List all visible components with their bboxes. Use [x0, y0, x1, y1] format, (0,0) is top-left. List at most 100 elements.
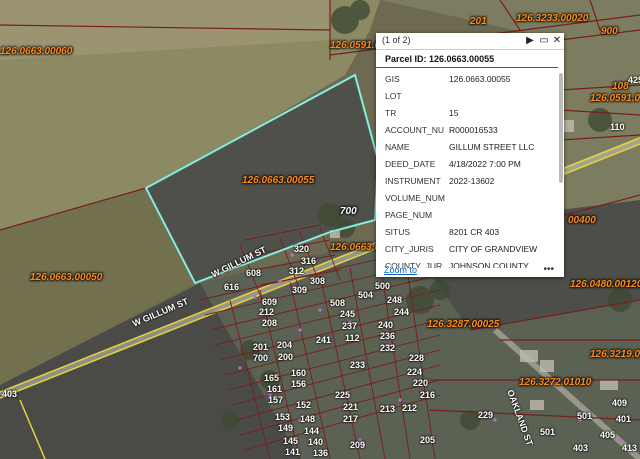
lot-number: 205: [420, 435, 436, 445]
parcel-label: 126.0663.00060: [0, 46, 73, 57]
attribute-value: 15: [449, 108, 459, 118]
lot-number: 208: [262, 318, 278, 328]
lot-number: 413: [622, 443, 638, 453]
attribute-value: CITY OF GRANDVIEW: [449, 244, 538, 254]
lot-number: 316: [301, 256, 317, 266]
lot-number: 152: [296, 400, 312, 410]
lot-number: 216: [420, 390, 436, 400]
lot-number: 153: [275, 412, 291, 422]
attribute-value: 8201 CR 403: [449, 227, 500, 237]
lot-number: 161: [267, 384, 283, 394]
lot-number: 148: [300, 414, 316, 424]
road-label-cr: 403: [2, 389, 18, 399]
lot-number: 233: [350, 360, 366, 370]
lot-number: 157: [268, 395, 284, 405]
lot-number: 403: [573, 443, 589, 453]
parcel-label: 126.3272.01010: [519, 377, 592, 388]
close-icon[interactable]: ✕: [551, 34, 563, 47]
attribute-value: JOHNSON COUNTY: [449, 261, 529, 268]
attribute-key: INSTRUMENT: [385, 176, 441, 186]
attribute-row: TR 15: [376, 105, 558, 122]
lot-number: 160: [291, 368, 307, 378]
lot-number: 165: [264, 373, 280, 383]
attribute-row: GIS 126.0663.00055: [376, 71, 558, 88]
lot-number: 616: [224, 282, 240, 292]
parcel-popup[interactable]: (1 of 2) ▶ ▭ ✕ Parcel ID: 126.0663.00055…: [376, 33, 564, 277]
next-feature-icon[interactable]: ▶: [524, 34, 536, 47]
attribute-key: ACCOUNT_NU: [385, 125, 445, 135]
lot-number: 425: [628, 75, 640, 85]
lot-number: 700: [253, 353, 269, 363]
lot-number: 241: [316, 335, 332, 345]
attribute-value: 4/18/2022 7:00 PM: [449, 159, 521, 169]
attribute-key: PAGE_NUM: [385, 210, 433, 220]
lot-number: 609: [262, 297, 278, 307]
attribute-value: GILLUM STREET LLC: [449, 142, 535, 152]
lot-number: 401: [616, 414, 632, 424]
attribute-key: VOLUME_NUM: [385, 193, 445, 203]
lot-number: 213: [380, 404, 396, 414]
zoom-to-link[interactable]: Zoom to: [384, 265, 417, 275]
popup-scrollbar[interactable]: [559, 73, 563, 183]
parcel-label-selected: 126.0663.00055: [242, 175, 315, 186]
lot-number: 244: [394, 307, 410, 317]
attribute-key: TR: [385, 108, 397, 118]
lot-number: 212: [402, 403, 418, 413]
attribute-value: 2022-13602: [449, 176, 495, 186]
lot-number: 140: [308, 437, 324, 447]
lot-number: 248: [387, 295, 403, 305]
attribute-value: 126.0663.00055: [449, 74, 511, 84]
lot-number: 149: [278, 423, 294, 433]
lot-number: 309: [292, 285, 308, 295]
lot-number: 141: [285, 447, 301, 457]
lot-number: 144: [304, 426, 320, 436]
lot-number: 224: [407, 367, 423, 377]
parcel-label: 201: [470, 16, 487, 27]
lot-number: 508: [330, 298, 346, 308]
lot-number: 201: [253, 342, 269, 352]
lot-number: 225: [335, 390, 351, 400]
popup-header: (1 of 2) ▶ ▭ ✕: [376, 33, 564, 50]
parcel-label: 126.3219.00: [590, 349, 640, 360]
lot-number: 204: [277, 340, 293, 350]
lot-number: 320: [294, 244, 310, 254]
attribute-row: VOLUME_NUM: [376, 190, 558, 207]
lot-number: 504: [358, 290, 374, 300]
parcel-label: 126.0663.00050: [30, 272, 103, 283]
lot-number: 221: [343, 402, 359, 412]
lot-number: 312: [289, 266, 305, 276]
attribute-row: PAGE_NUM: [376, 207, 558, 224]
attribute-key: LOT: [385, 91, 402, 101]
lot-number: 217: [343, 414, 359, 424]
attribute-table[interactable]: GIS 126.0663.00055 LOT TR 15 ACCOUNT_NU R00001…: [376, 71, 558, 268]
lot-number: 156: [291, 379, 307, 389]
lot-number: 220: [413, 378, 429, 388]
attribute-key: SITUS: [385, 227, 411, 237]
lot-number: 501: [540, 427, 556, 437]
more-options-icon[interactable]: •••: [543, 264, 554, 275]
lot-number: 228: [409, 353, 425, 363]
lot-number: 209: [350, 440, 366, 450]
lot-number: 608: [246, 268, 262, 278]
parcel-label: 126.3233.00020: [516, 13, 589, 24]
dock-icon[interactable]: ▭: [538, 34, 550, 47]
lot-number: 229: [478, 410, 494, 420]
lot-number: 110: [610, 122, 625, 132]
attribute-key: NAME: [385, 142, 410, 152]
attribute-value: R000016533: [449, 125, 498, 135]
attribute-row: LOT: [376, 88, 558, 105]
attribute-key: DEED_DATE: [385, 159, 436, 169]
parcel-label: 126.3287.00025: [427, 319, 500, 330]
attribute-row: NAME GILLUM STREET LLC: [376, 139, 558, 156]
lot-number: 308: [310, 276, 326, 286]
attribute-key: CITY_JURIS: [385, 244, 434, 254]
lot-number: 409: [612, 398, 628, 408]
lot-number: 236: [380, 331, 396, 341]
lot-number: 112: [345, 333, 360, 343]
lot-number: 240: [378, 320, 394, 330]
lot-number: 136: [313, 448, 329, 458]
parcel-label: 700: [340, 206, 357, 217]
parcel-label: 126.0480.00120: [570, 279, 640, 290]
lot-number: 237: [342, 321, 358, 331]
parcel-label: 126.0591.0: [590, 93, 640, 104]
